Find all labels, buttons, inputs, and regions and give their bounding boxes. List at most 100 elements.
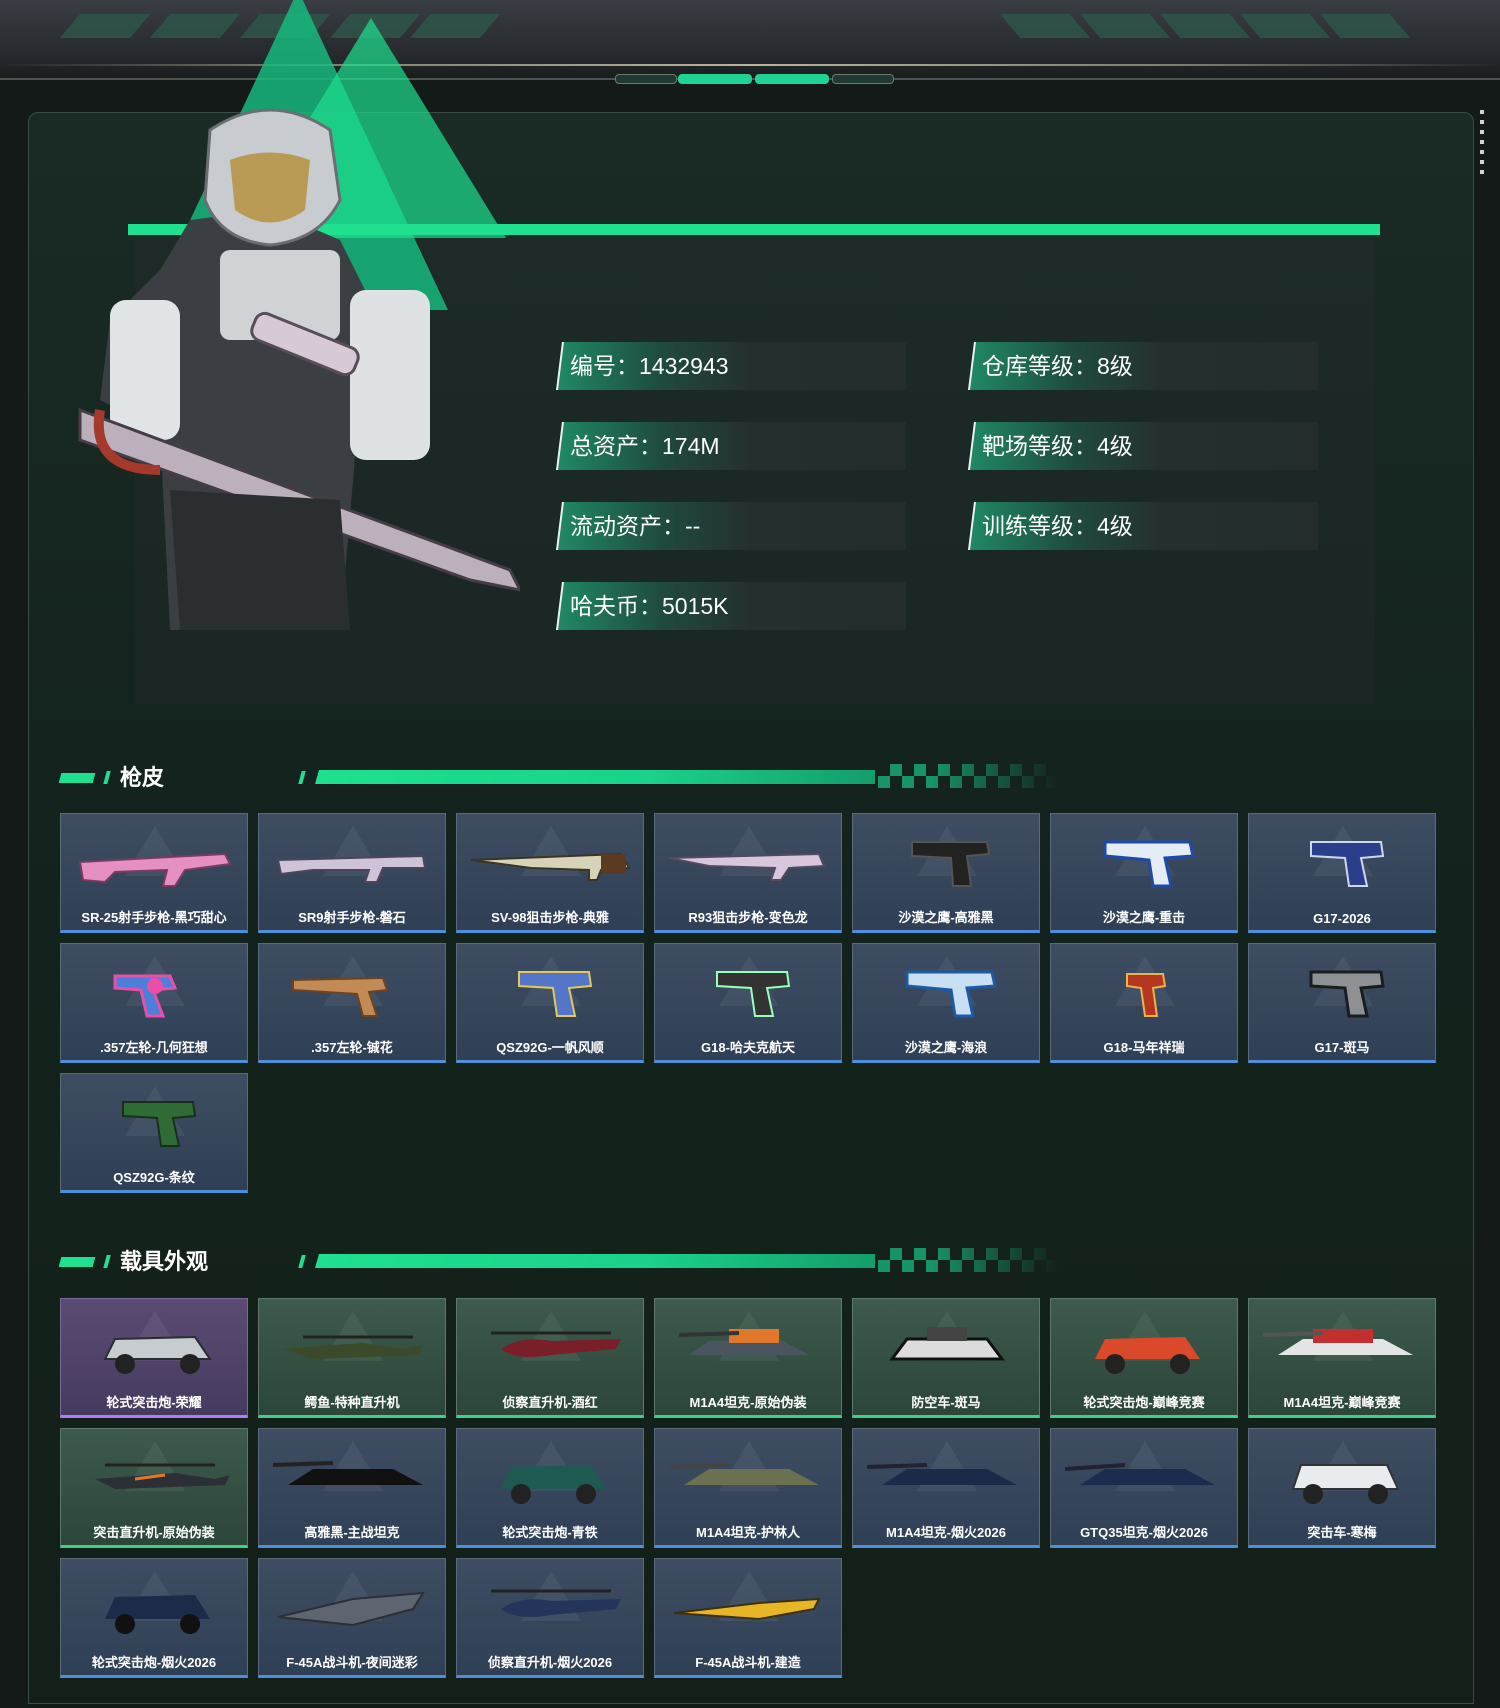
vehicle-skin-card[interactable]: F-45A战斗机-夜间迷彩 xyxy=(258,1558,446,1678)
vehicle-icon xyxy=(1291,1464,1400,1504)
vehicle-icon xyxy=(491,1589,621,1617)
stat-label: 靶场等级：4级 xyxy=(982,433,1133,459)
vehicle-skin-card[interactable]: M1A4坦克-巅峰竞赛 xyxy=(1248,1298,1436,1418)
gun-icon xyxy=(716,971,791,1017)
vehicle-skin-name: 轮式突击炮-烟火2026 xyxy=(91,1655,217,1670)
vehicle-skin-name: 高雅黑-主战坦克 xyxy=(304,1525,400,1540)
gun-skin-name: SR9射手步枪-磐石 xyxy=(298,910,406,925)
vehicle-skin-card[interactable]: 侦察直升机-烟火2026 xyxy=(456,1558,644,1678)
gun-skin-name: G17-斑马 xyxy=(1314,1040,1370,1055)
vehicle-icon xyxy=(277,1591,425,1627)
gun-icon xyxy=(122,1101,197,1147)
gun-skin-card[interactable]: R93狙击步枪-变色龙 xyxy=(654,813,842,933)
gun-skin-card[interactable]: 沙漠之鹰-高雅黑 xyxy=(852,813,1040,933)
vehicle-skin-card[interactable]: 侦察直升机-酒红 xyxy=(456,1298,644,1418)
gun-icon xyxy=(1126,973,1167,1017)
gun-skin-card[interactable]: 沙漠之鹰-海浪 xyxy=(852,943,1040,1063)
vehicle-skin-card[interactable]: F-45A战斗机-建造 xyxy=(654,1558,842,1678)
vehicle-icon xyxy=(501,1465,606,1504)
stat-label: 训练等级：4级 xyxy=(982,513,1133,539)
gun-icon xyxy=(1309,970,1385,1018)
vehicle-icon xyxy=(283,1335,423,1359)
gun-skin-card[interactable]: SV-98狙击步枪-典雅 xyxy=(456,813,644,933)
gun-skin-grid: SR-25射手步枪-黑巧甜心 SR9射手步枪-磐石 SV-98狙击步枪-典雅 R93狙… xyxy=(60,813,1440,1193)
stat-warehouse-level: 仓库等级：8级 xyxy=(968,342,1318,390)
soldier-figure xyxy=(78,108,520,630)
vehicle-skin-card[interactable]: M1A4坦克-护林人 xyxy=(654,1428,842,1548)
vehicle-icon xyxy=(1263,1329,1413,1355)
vehicle-skin-name: 轮式突击炮-荣耀 xyxy=(106,1395,202,1410)
gun-skin-name: SR-25射手步枪-黑巧甜心 xyxy=(81,910,227,925)
vehicle-skin-name: 鳄鱼-特种直升机 xyxy=(304,1395,400,1410)
section-header-vehicle-skins: 载具外观 xyxy=(58,1242,1070,1282)
vehicle-icon xyxy=(1065,1463,1215,1485)
vehicle-icon xyxy=(673,1597,821,1621)
vehicle-skin-card[interactable]: 轮式突击炮-荣耀 xyxy=(60,1298,248,1418)
stat-range-level: 靶场等级：4级 xyxy=(968,422,1318,470)
vehicle-icon xyxy=(1095,1337,1200,1374)
header-mark xyxy=(58,1257,96,1267)
vehicle-skin-card[interactable]: 防空车-斑马 xyxy=(852,1298,1040,1418)
vehicle-icon xyxy=(103,1335,212,1374)
vehicle-skin-card[interactable]: 轮式突击炮-青铁 xyxy=(456,1428,644,1548)
gun-skin-name: QSZ92G-一帆风顺 xyxy=(496,1040,604,1055)
gun-icon xyxy=(1310,841,1385,887)
section-title: 枪皮 xyxy=(120,765,165,790)
gun-skin-card[interactable]: G18-哈夫克航天 xyxy=(654,943,842,1063)
vehicle-skin-card[interactable]: 高雅黑-主战坦克 xyxy=(258,1428,446,1548)
vehicle-icon xyxy=(491,1331,621,1357)
vehicle-skin-name: M1A4坦克-烟火2026 xyxy=(886,1525,1006,1540)
vehicle-skin-card[interactable]: 鳄鱼-特种直升机 xyxy=(258,1298,446,1418)
gun-skin-card[interactable]: QSZ92G-条纹 xyxy=(60,1073,248,1193)
gun-skin-card[interactable]: G17-斑马 xyxy=(1248,943,1436,1063)
vehicle-skin-card[interactable]: M1A4坦克-原始伪装 xyxy=(654,1298,842,1418)
header-checker-decoration xyxy=(878,1248,1058,1272)
gun-skin-name: .357左轮-铖花 xyxy=(311,1040,393,1055)
header-mark xyxy=(103,1255,111,1268)
vehicle-icon xyxy=(95,1463,230,1489)
vehicle-skin-card[interactable]: 突击车-寒梅 xyxy=(1248,1428,1436,1548)
header-mark xyxy=(103,771,111,784)
vehicle-icon xyxy=(105,1595,210,1634)
gun-skin-card[interactable]: .357左轮-几何狂想 xyxy=(60,943,248,1063)
vehicle-skin-card[interactable]: M1A4坦克-烟火2026 xyxy=(852,1428,1040,1548)
gun-skin-name: 沙漠之鹰-重击 xyxy=(1102,910,1186,925)
gun-skin-card[interactable]: 沙漠之鹰-重击 xyxy=(1050,813,1238,933)
vehicle-icon xyxy=(678,1329,809,1355)
vehicle-icon xyxy=(867,1463,1017,1485)
gun-icon xyxy=(471,852,631,881)
gun-skin-name: 沙漠之鹰-海浪 xyxy=(904,1040,988,1055)
gun-skin-card[interactable]: QSZ92G-一帆风顺 xyxy=(456,943,644,1063)
vehicle-skin-name: 防空车-斑马 xyxy=(911,1395,981,1410)
gun-skin-name: R93狙击步枪-变色龙 xyxy=(688,910,808,925)
vehicle-skin-grid: 轮式突击炮-荣耀 鳄鱼-特种直升机 侦察直升机-酒红 M1A4坦克-原始伪装 防空车-斑… xyxy=(60,1298,1440,1678)
scroll-indicator[interactable] xyxy=(1480,110,1484,180)
gun-skin-card[interactable]: G17-2026 xyxy=(1248,813,1436,933)
stat-training-level: 训练等级：4级 xyxy=(968,502,1318,550)
gun-skin-name: SV-98狙击步枪-典雅 xyxy=(491,910,609,925)
vehicle-skin-name: M1A4坦克-巅峰竞赛 xyxy=(1283,1395,1401,1410)
gun-icon xyxy=(1103,840,1195,888)
vehicle-skin-card[interactable]: 轮式突击炮-烟火2026 xyxy=(60,1558,248,1678)
vehicle-skin-card[interactable]: 轮式突击炮-巅峰竞赛 xyxy=(1050,1298,1238,1418)
gun-skin-card[interactable]: G18-马年祥瑞 xyxy=(1050,943,1238,1063)
vehicle-skin-name: 侦察直升机-烟火2026 xyxy=(487,1655,613,1670)
gun-icon xyxy=(292,976,389,1017)
gun-skin-name: G17-2026 xyxy=(1313,911,1371,926)
vehicle-icon xyxy=(273,1461,423,1485)
vehicle-skin-card[interactable]: GTQ35坦克-烟火2026 xyxy=(1050,1428,1238,1548)
vehicle-icon xyxy=(889,1327,1005,1361)
gun-skin-card[interactable]: SR-25射手步枪-黑巧甜心 xyxy=(60,813,248,933)
header-pill xyxy=(615,74,677,84)
vehicle-skin-name: F-45A战斗机-建造 xyxy=(695,1655,801,1670)
header-pill-active xyxy=(755,74,829,84)
gun-skin-card[interactable]: .357左轮-铖花 xyxy=(258,943,446,1063)
stat-label: 哈夫币：5015K xyxy=(570,593,729,619)
header-bar xyxy=(315,770,875,784)
stat-player-id: 编号：1432943 xyxy=(556,342,906,390)
vehicle-skin-card[interactable]: 突击直升机-原始伪装 xyxy=(60,1428,248,1548)
vehicle-skin-name: 轮式突击炮-巅峰竞赛 xyxy=(1083,1395,1205,1410)
gun-skin-card[interactable]: SR9射手步枪-磐石 xyxy=(258,813,446,933)
gun-skin-name: .357左轮-几何狂想 xyxy=(100,1040,208,1055)
vehicle-skin-name: M1A4坦克-护林人 xyxy=(695,1525,800,1540)
